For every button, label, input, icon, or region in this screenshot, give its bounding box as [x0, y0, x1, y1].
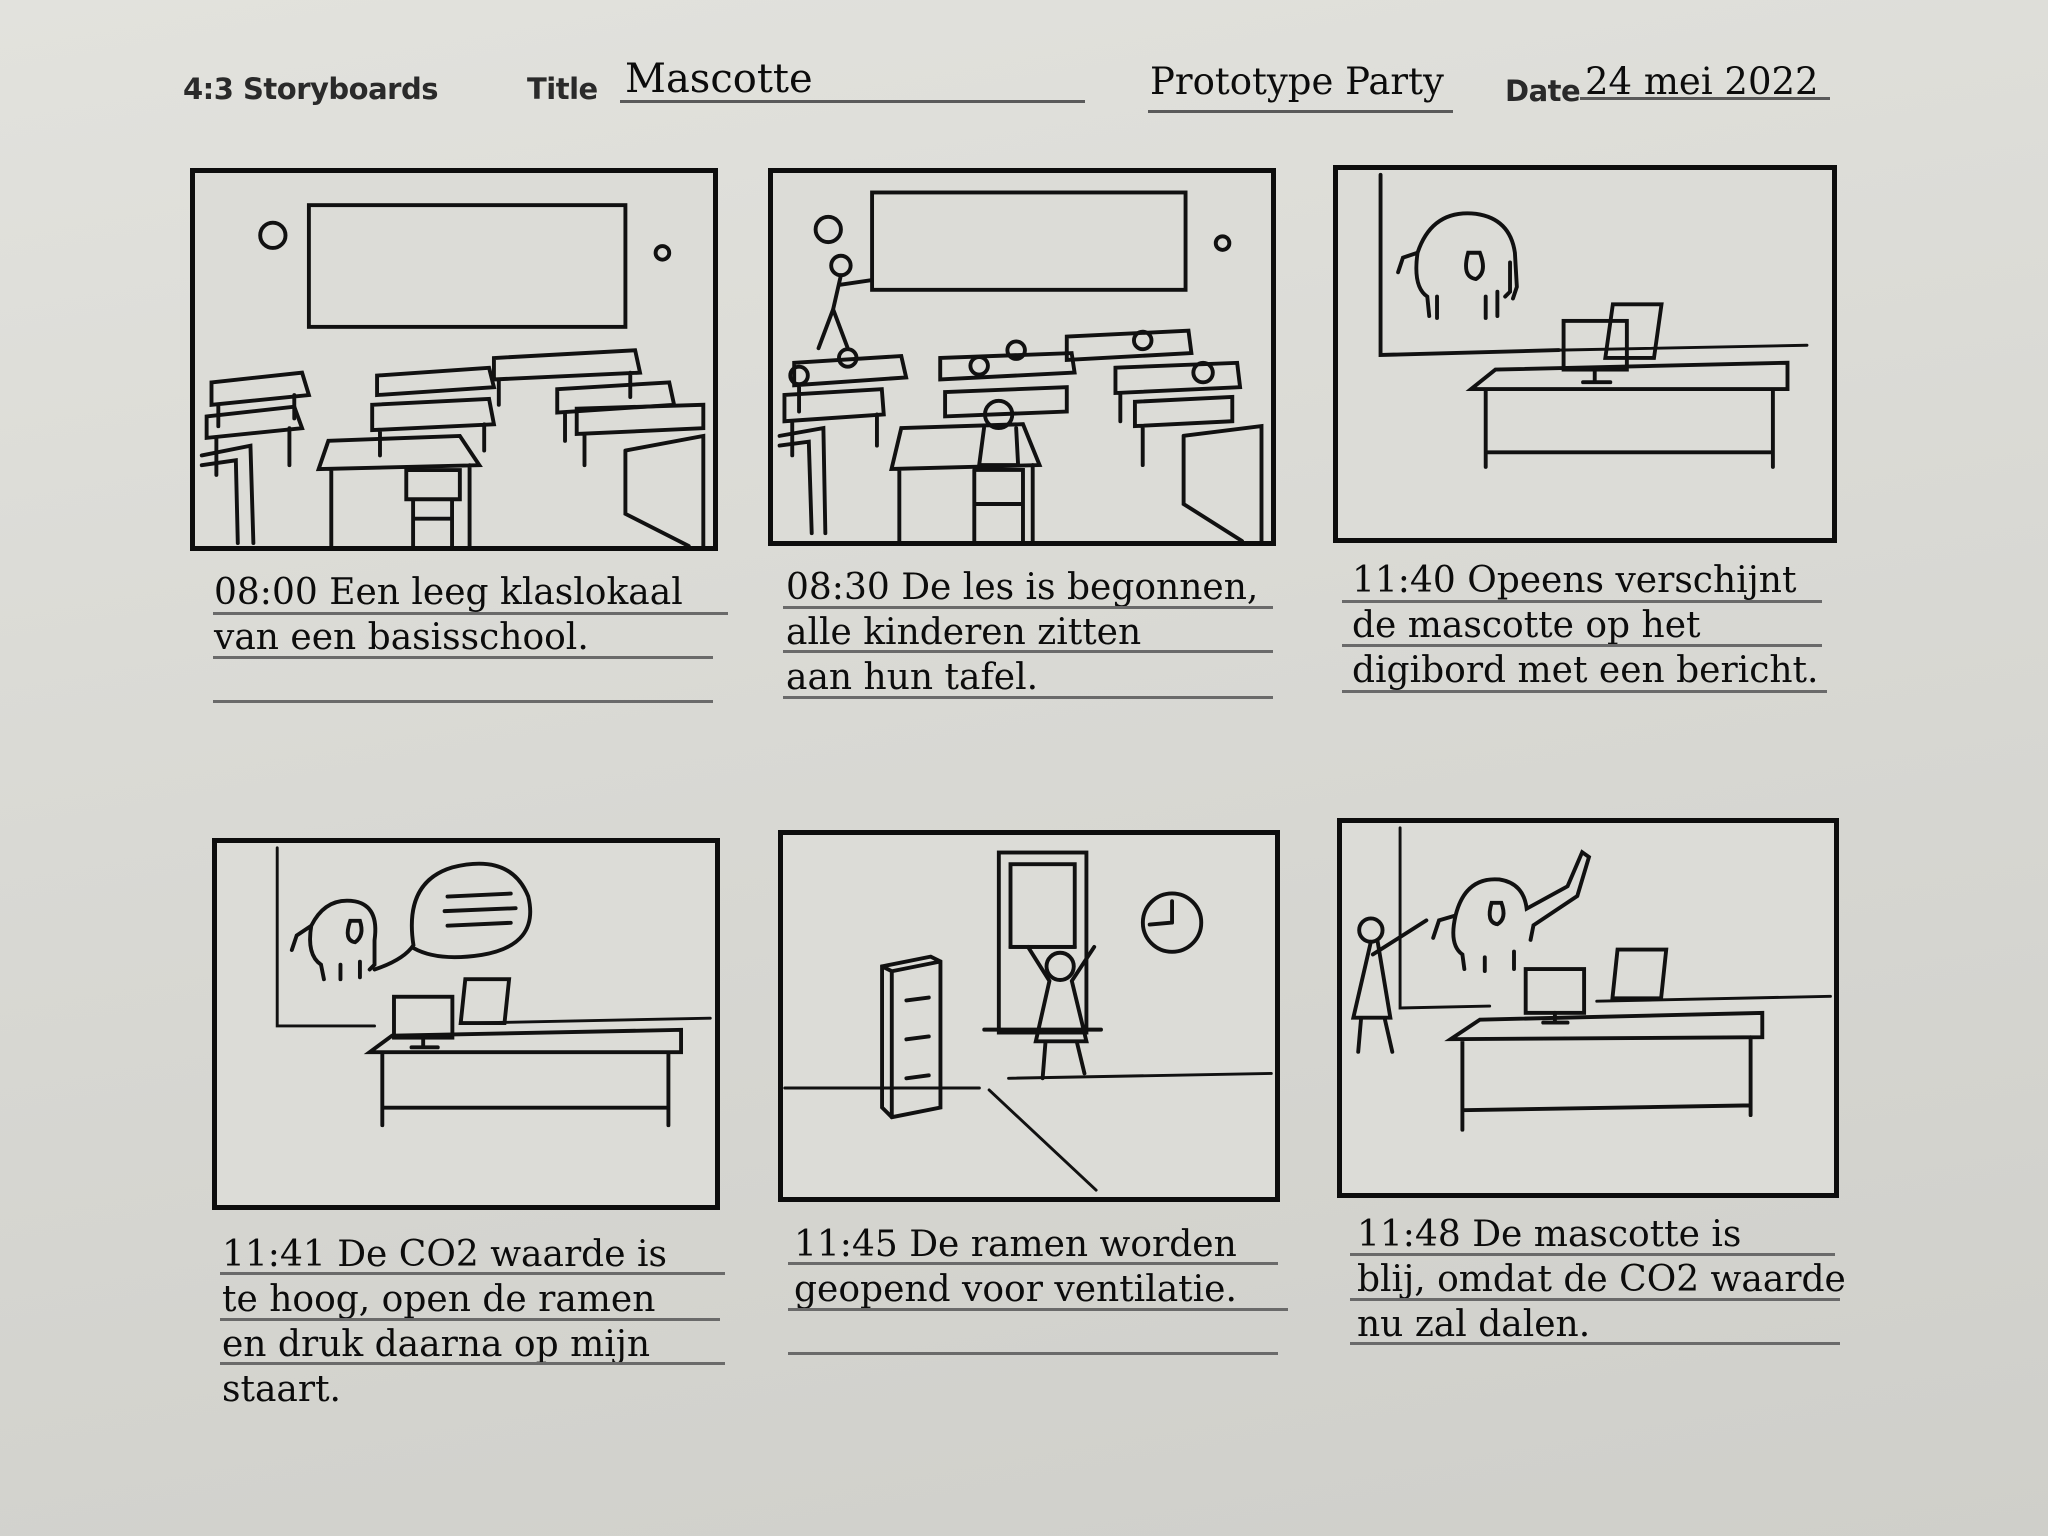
panel-4-caption-line: 11:41 De CO2 waarde is	[222, 1234, 667, 1275]
caption-rule	[1342, 690, 1827, 693]
whiteboard	[306, 203, 628, 329]
project-value: Prototype Party	[1150, 60, 1444, 103]
date-label: Date	[1505, 74, 1581, 108]
panel-6-caption: 11:48 De mascotte is blij, omdat de CO2 …	[1357, 1212, 1846, 1347]
caption-rule	[213, 656, 713, 659]
caption-rule	[220, 1362, 725, 1365]
panel-1-caption-line: van een basisschool.	[214, 617, 589, 658]
panel-1-caption-line: 08:00 Een leeg klaslokaal	[214, 572, 683, 613]
panel-6-sketch	[1337, 818, 1839, 1198]
panel-4-caption-line: te hoog, open de ramen	[222, 1279, 656, 1320]
panel-4-sketch	[212, 838, 720, 1210]
caption-rule	[1342, 600, 1822, 603]
caption-rule	[783, 650, 1273, 653]
elephant-mascot	[1396, 211, 1519, 320]
caption-rule	[788, 1262, 1278, 1265]
elephant-mascot	[289, 898, 378, 982]
panel-3-caption-line: 11:40 Opeens verschijnt	[1352, 560, 1797, 601]
caption-rule	[1350, 1253, 1835, 1256]
panel-3-sketch	[1333, 165, 1837, 543]
panel-3-caption-line: digibord met een bericht.	[1352, 650, 1819, 691]
panel-2-caption-line: aan hun tafel.	[786, 657, 1039, 698]
panel-4-caption-line: en druk daarna op mijn	[222, 1324, 651, 1365]
panel-4-caption: 11:41 De CO2 waarde is te hoog, open de …	[222, 1232, 667, 1412]
clock-icon	[813, 214, 843, 245]
caption-rule	[213, 700, 713, 703]
panel-4-caption-line: staart.	[222, 1369, 341, 1410]
panel-1-sketch	[190, 168, 718, 551]
caption-rule	[220, 1272, 725, 1275]
title-label: Title	[527, 72, 598, 106]
speech-bubble	[372, 861, 533, 972]
date-underline	[1580, 97, 1830, 100]
title-value: Mascotte	[625, 56, 813, 102]
storyboard-sheet: 4:3 Storyboards Title Mascotte Prototype…	[0, 0, 2048, 1536]
caption-rule	[1350, 1298, 1840, 1301]
panel-2-caption-line: 08:30 De les is begonnen,	[786, 567, 1259, 608]
caption-rule	[788, 1352, 1278, 1355]
panel-2-caption-line: alle kinderen zitten	[786, 612, 1142, 653]
panel-5-caption: 11:45 De ramen worden geopend voor venti…	[794, 1222, 1237, 1312]
caption-rule	[788, 1308, 1288, 1311]
caption-rule	[1350, 1342, 1840, 1345]
panel-6-caption-line: 11:48 De mascotte is	[1357, 1214, 1742, 1255]
caption-rule	[1342, 644, 1822, 647]
panel-1-caption: 08:00 Een leeg klaslokaal van een basiss…	[214, 570, 683, 660]
project-underline	[1148, 110, 1453, 113]
caption-rule	[220, 1318, 720, 1321]
panel-3-caption-line: de mascotte op het	[1352, 605, 1701, 646]
title-underline	[620, 100, 1085, 103]
clock-icon	[258, 220, 288, 250]
panel-6-caption-line: blij, omdat de CO2 waarde	[1357, 1259, 1846, 1300]
panel-5-sketch	[778, 830, 1280, 1202]
panel-6-caption-line: nu zal dalen.	[1357, 1304, 1591, 1345]
caption-rule	[783, 696, 1273, 699]
panel-2-sketch	[768, 168, 1276, 546]
caption-rule	[213, 612, 728, 615]
form-label: 4:3 Storyboards	[183, 72, 439, 106]
panel-5-caption-line: geopend voor ventilatie.	[794, 1269, 1237, 1310]
elephant-mascot	[1431, 849, 1592, 973]
panel-5-caption-line: 11:45 De ramen worden	[794, 1224, 1237, 1265]
caption-rule	[783, 606, 1273, 609]
panel-3-caption: 11:40 Opeens verschijnt de mascotte op h…	[1352, 558, 1818, 693]
panel-2-caption: 08:30 De les is begonnen, alle kinderen …	[786, 565, 1258, 700]
